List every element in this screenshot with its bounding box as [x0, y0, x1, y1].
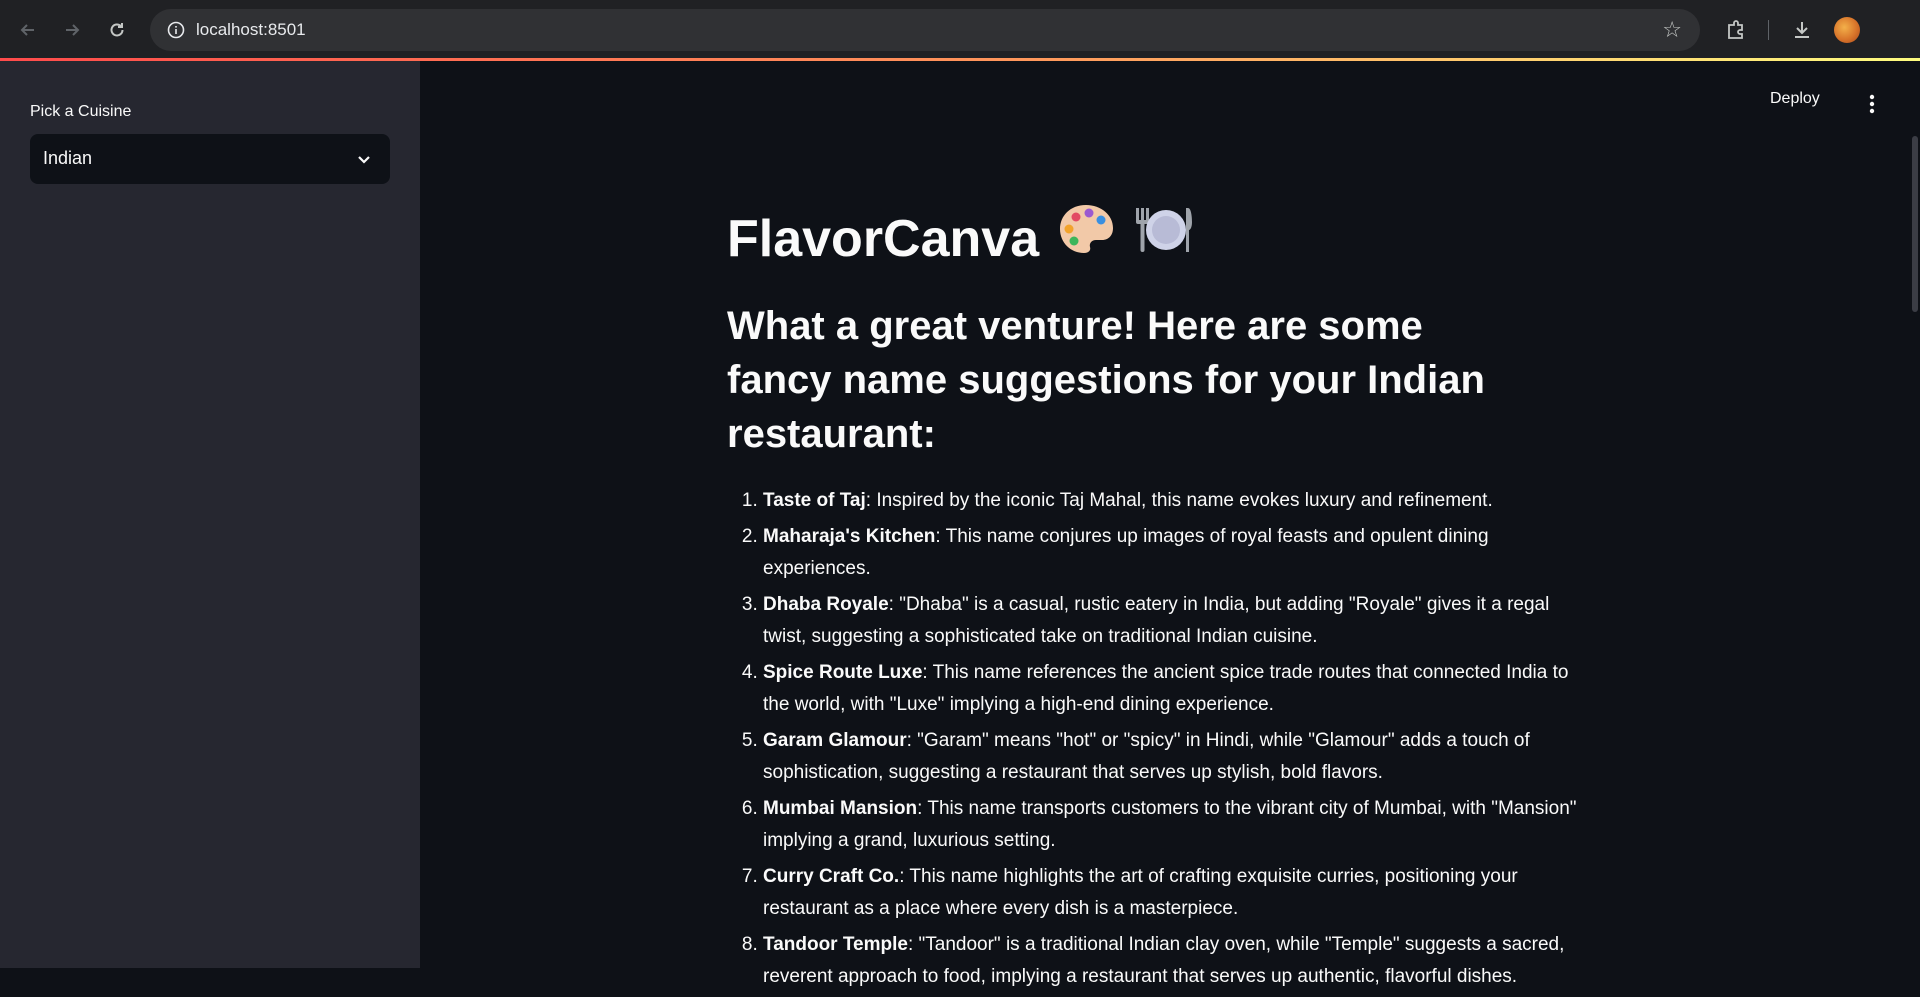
download-icon[interactable] — [1786, 14, 1818, 46]
list-item: Garam Glamour: "Garam" means "hot" or "s… — [763, 725, 1597, 789]
toolbar-divider — [1768, 20, 1769, 40]
cuisine-select-value[interactable]: Indian — [43, 148, 92, 169]
forward-arrow-icon[interactable] — [56, 14, 88, 46]
suggestion-description: : Inspired by the iconic Taj Mahal, this… — [865, 490, 1493, 511]
deploy-button[interactable]: Deploy — [1770, 90, 1820, 108]
browser-toolbar: localhost:8501 ☆ — [0, 0, 1920, 60]
list-item: Maharaja's Kitchen: This name conjures u… — [763, 521, 1597, 585]
suggestions-heading: What a great venture! Here are some fanc… — [727, 304, 1485, 456]
url-text[interactable]: localhost:8501 — [196, 20, 306, 40]
list-item: Taste of Taj: Inspired by the iconic Taj… — [763, 485, 1597, 517]
suggestions-list: Taste of Taj: Inspired by the iconic Taj… — [727, 485, 1597, 993]
reload-icon[interactable] — [101, 14, 133, 46]
suggestion-name: Garam Glamour — [763, 730, 907, 751]
list-item: Mumbai Mansion: This name transports cus… — [763, 793, 1597, 857]
address-bar[interactable]: localhost:8501 ☆ — [150, 9, 1700, 51]
suggestion-name: Maharaja's Kitchen — [763, 526, 936, 547]
list-item: Tandoor Temple: "Tandoor" is a tradition… — [763, 929, 1597, 993]
cuisine-select-label: Pick a Cuisine — [30, 103, 132, 120]
chevron-down-icon[interactable] — [356, 151, 372, 172]
list-item: Dhaba Royale: "Dhaba" is a casual, rusti… — [763, 589, 1597, 653]
page-title-text: FlavorCanva — [727, 210, 1040, 268]
list-item: Curry Craft Co.: This name highlights th… — [763, 861, 1597, 925]
page-title: FlavorCanva — [727, 195, 1597, 283]
site-info-icon[interactable] — [164, 18, 188, 42]
suggestion-name: Spice Route Luxe — [763, 662, 923, 683]
fork-knife-plate-icon — [1133, 195, 1193, 283]
suggestion-name: Mumbai Mansion — [763, 798, 918, 819]
suggestion-name: Dhaba Royale — [763, 594, 889, 615]
cuisine-select[interactable]: Indian — [30, 134, 390, 184]
back-arrow-icon[interactable] — [12, 14, 44, 46]
scrollbar[interactable] — [1912, 136, 1918, 312]
list-item: Spice Route Luxe: This name references t… — [763, 657, 1597, 721]
artist-palette-icon — [1057, 195, 1115, 283]
star-icon[interactable]: ☆ — [1662, 17, 1682, 43]
main-menu-icon[interactable] — [1862, 90, 1882, 118]
main-content: FlavorCanva What a great venture! Here a… — [727, 195, 1597, 997]
suggestion-name: Curry Craft Co. — [763, 866, 900, 887]
suggestion-name: Tandoor Temple — [763, 934, 908, 955]
profile-avatar[interactable] — [1834, 17, 1860, 43]
extensions-icon[interactable] — [1720, 14, 1752, 46]
sidebar — [0, 61, 420, 968]
suggestion-name: Taste of Taj — [763, 490, 866, 511]
